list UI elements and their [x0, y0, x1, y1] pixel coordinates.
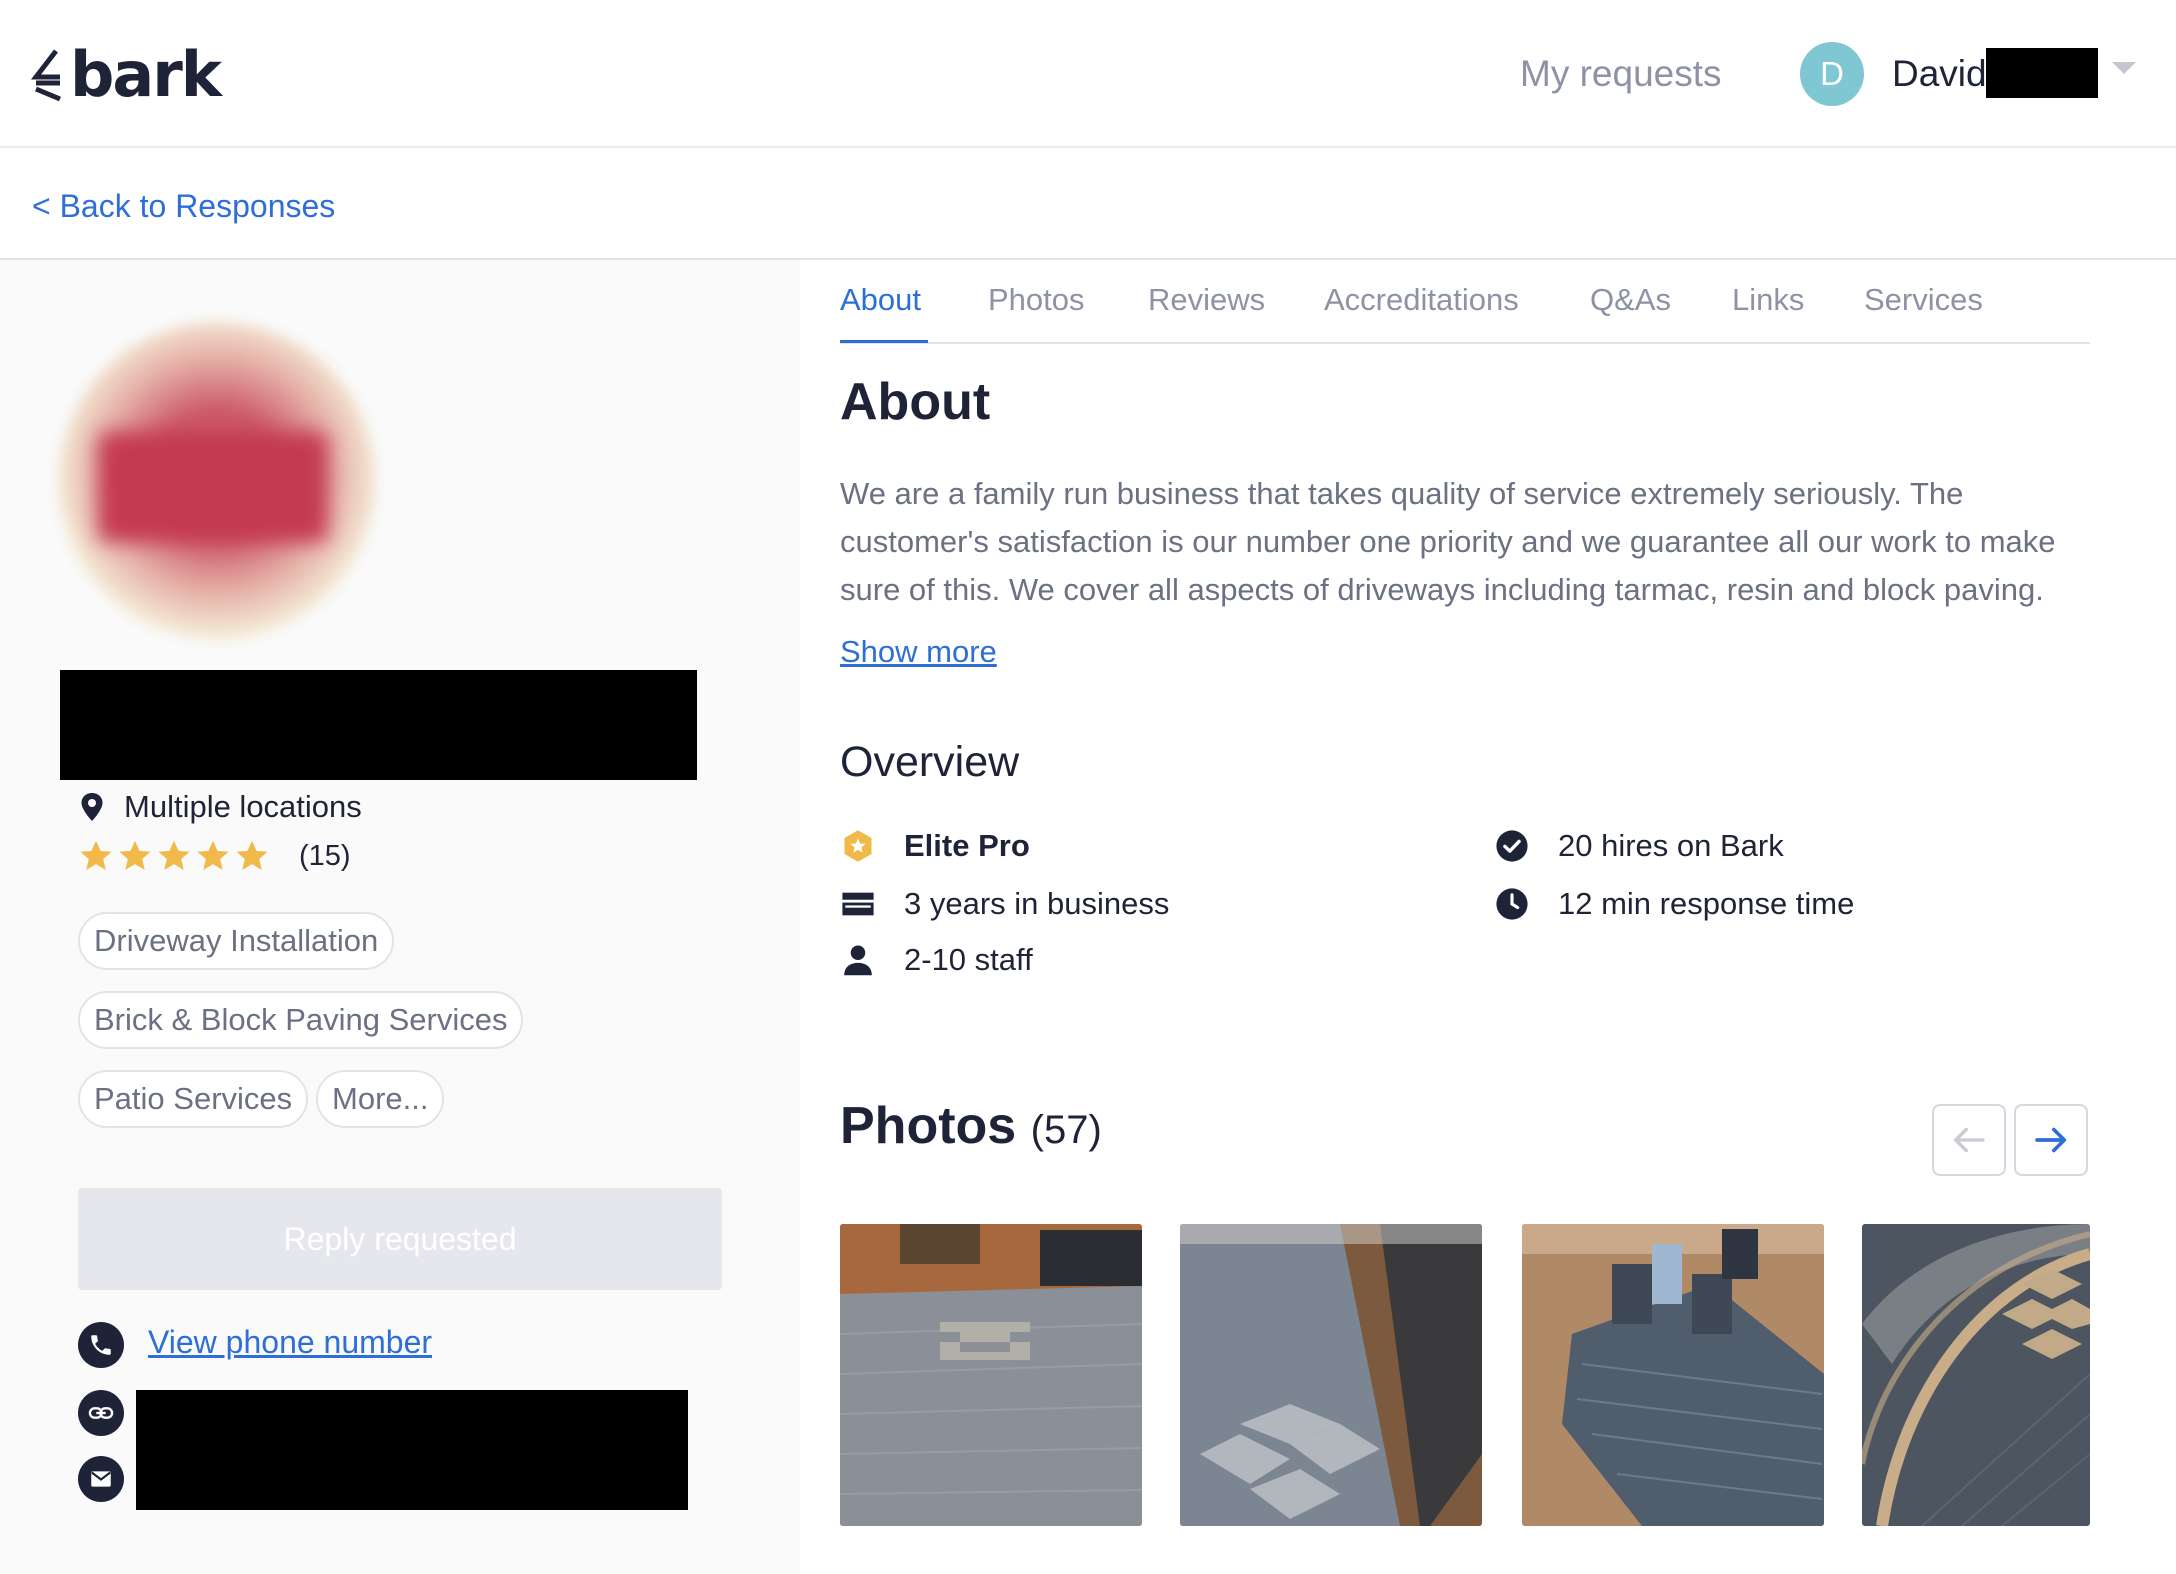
star-icon — [236, 840, 268, 870]
profile-tabs: About Photos Reviews Accreditations Q&As… — [840, 260, 2090, 344]
overview-text: 3 years in business — [904, 886, 1170, 921]
overview-years: 3 years in business — [840, 884, 1169, 924]
photos-prev-button[interactable] — [1932, 1104, 2006, 1176]
avatar[interactable]: D — [1800, 42, 1864, 106]
star-icon — [119, 840, 151, 870]
tab-accreditations[interactable]: Accreditations — [1324, 280, 1519, 320]
link-icon — [78, 1390, 124, 1436]
bark-logo[interactable]: bark — [30, 38, 222, 111]
star-icon — [197, 840, 229, 870]
hires-check-icon — [1494, 828, 1530, 864]
overview-text: 20 hires on Bark — [1558, 828, 1784, 863]
overview-text: Elite Pro — [904, 828, 1030, 863]
person-icon — [840, 942, 876, 978]
about-description: We are a family run business that takes … — [840, 476, 2056, 607]
star-icon — [158, 840, 190, 870]
user-name[interactable]: David — [1892, 52, 1987, 96]
arrow-left-icon — [1954, 1127, 1985, 1153]
rating[interactable]: (15) — [78, 838, 351, 874]
reply-requested-button[interactable]: Reply requested — [78, 1188, 722, 1290]
elite-badge-icon — [840, 828, 876, 864]
service-tag[interactable]: Patio Services — [78, 1070, 309, 1128]
redacted-business-name — [60, 670, 697, 780]
redacted-surname — [1986, 48, 2098, 98]
photo-thumbnail[interactable] — [1180, 1224, 1482, 1526]
star-icon — [80, 840, 112, 870]
rating-count: (15) — [299, 840, 351, 872]
location-pin-icon — [81, 793, 103, 821]
profile-sidebar: Multiple locations (15) Driveway Install… — [0, 260, 800, 1574]
tab-services[interactable]: Services — [1864, 280, 1983, 320]
photo-thumbnail[interactable] — [1522, 1224, 1824, 1526]
service-tag[interactable]: Driveway Installation — [78, 912, 395, 970]
tab-reviews[interactable]: Reviews — [1148, 280, 1265, 320]
tab-qas[interactable]: Q&As — [1590, 280, 1671, 320]
bark-logo-icon — [30, 49, 61, 102]
overview-staff: 2-10 staff — [840, 940, 1033, 980]
active-tab-indicator — [840, 340, 928, 343]
tab-about[interactable]: About — [840, 280, 921, 320]
photos-count: (57) — [1030, 1108, 1102, 1152]
arrow-right-icon — [2035, 1127, 2067, 1153]
profile-logo-image — [58, 322, 376, 640]
photos-heading: Photos (57) — [840, 1096, 1102, 1160]
overview-elite-pro: Elite Pro — [840, 826, 1030, 866]
back-to-responses-link[interactable]: < Back to Responses — [32, 186, 335, 226]
top-header: bark My requests D David — [0, 0, 2176, 148]
overview-text: 2-10 staff — [904, 942, 1033, 977]
photos-next-button[interactable] — [2014, 1104, 2088, 1176]
more-tags-button[interactable]: More... — [316, 1070, 445, 1128]
clock-icon — [1494, 886, 1530, 922]
back-bar: < Back to Responses — [0, 150, 2176, 260]
about-heading: About — [840, 373, 991, 431]
email-icon — [78, 1456, 124, 1502]
location: Multiple locations — [80, 788, 362, 826]
overview-text: 12 min response time — [1558, 886, 1855, 921]
my-requests-link[interactable]: My requests — [1520, 52, 1722, 96]
phone-icon — [78, 1322, 124, 1368]
logo-text: bark — [70, 38, 222, 111]
tab-links[interactable]: Links — [1732, 280, 1804, 320]
photo-thumbnail[interactable] — [1862, 1224, 2090, 1526]
view-phone-number-link[interactable]: View phone number — [148, 1322, 432, 1362]
redacted-contact-details — [136, 1390, 688, 1510]
show-more-link[interactable]: Show more — [840, 632, 997, 672]
chevron-down-icon[interactable] — [2112, 62, 2136, 74]
overview-heading: Overview — [840, 738, 1020, 786]
service-tag[interactable]: Brick & Block Paving Services — [78, 991, 524, 1049]
photo-thumbnail[interactable] — [840, 1224, 1142, 1526]
overview-hires: 20 hires on Bark — [1494, 826, 1784, 866]
photos-title: Photos — [840, 1097, 1017, 1155]
location-text: Multiple locations — [124, 789, 362, 824]
overview-response-time: 12 min response time — [1494, 884, 1854, 924]
business-icon — [840, 886, 876, 922]
tab-photos[interactable]: Photos — [988, 280, 1085, 320]
